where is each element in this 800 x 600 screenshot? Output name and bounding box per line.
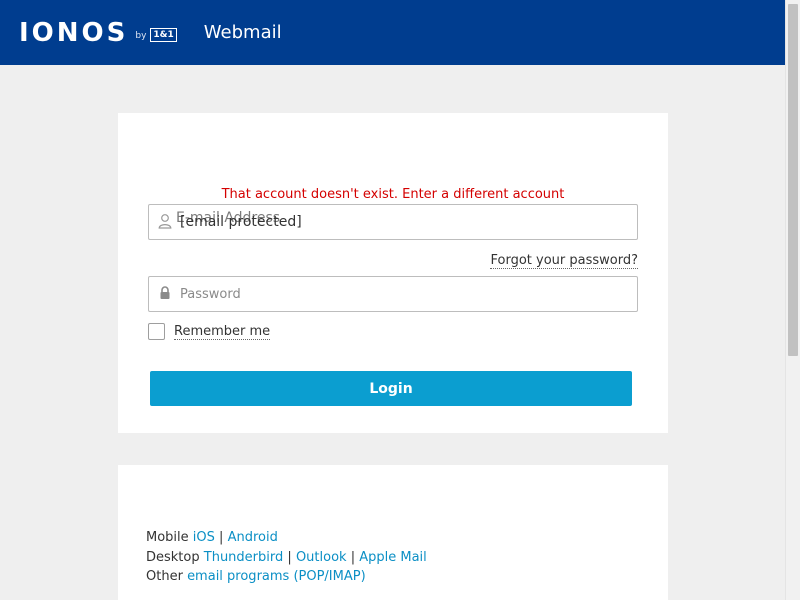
login-button[interactable]: Login: [150, 371, 632, 406]
other-label: Other: [146, 569, 183, 584]
email-programs-link[interactable]: email programs (POP/IMAP): [187, 569, 366, 584]
user-icon: [158, 214, 172, 229]
ionos-logo[interactable]: IONOS by 1&1: [19, 18, 177, 48]
thunderbird-link[interactable]: Thunderbird: [204, 550, 284, 565]
separator: |: [219, 530, 224, 545]
scrollbar-thumb[interactable]: [788, 4, 798, 356]
forgot-password-link[interactable]: Forgot your password?: [490, 253, 638, 269]
apps-card: Mobile iOS | Android Desktop Thunderbird…: [118, 465, 668, 600]
ios-link[interactable]: iOS: [193, 530, 215, 545]
apps-list: Mobile iOS | Android Desktop Thunderbird…: [146, 528, 427, 587]
mobile-label: Mobile: [146, 530, 189, 545]
email-value[interactable]: [email protected]: [180, 214, 302, 230]
app-title: Webmail: [203, 22, 282, 43]
remember-me-row[interactable]: Remember me: [148, 323, 271, 340]
brand-by: by: [135, 30, 147, 41]
separator: |: [350, 549, 356, 565]
login-card: That account doesn't exist. Enter a diff…: [118, 113, 668, 433]
email-field[interactable]: E-mail Address [email protected]: [148, 204, 638, 240]
error-message: That account doesn't exist. Enter a diff…: [221, 187, 565, 202]
lock-icon: [160, 286, 170, 299]
other-row: Other email programs (POP/IMAP): [146, 567, 427, 587]
desktop-row: Desktop Thunderbird | Outlook | Apple Ma…: [146, 548, 427, 568]
android-link[interactable]: Android: [228, 530, 278, 545]
desktop-label: Desktop: [146, 549, 200, 565]
apple-mail-link[interactable]: Apple Mail: [359, 550, 427, 565]
page-scrollbar[interactable]: [785, 0, 800, 600]
outlook-link[interactable]: Outlook: [296, 550, 347, 565]
separator: |: [287, 549, 292, 565]
password-field[interactable]: Password: [148, 276, 638, 312]
password-placeholder: Password: [180, 287, 241, 302]
mobile-row: Mobile iOS | Android: [146, 528, 427, 548]
remember-me-label[interactable]: Remember me: [174, 324, 271, 340]
brand-name: IONOS: [19, 17, 129, 48]
top-header: IONOS by 1&1 Webmail: [0, 0, 785, 65]
remember-me-checkbox[interactable]: [148, 323, 165, 340]
partner-badge: 1&1: [150, 27, 177, 42]
